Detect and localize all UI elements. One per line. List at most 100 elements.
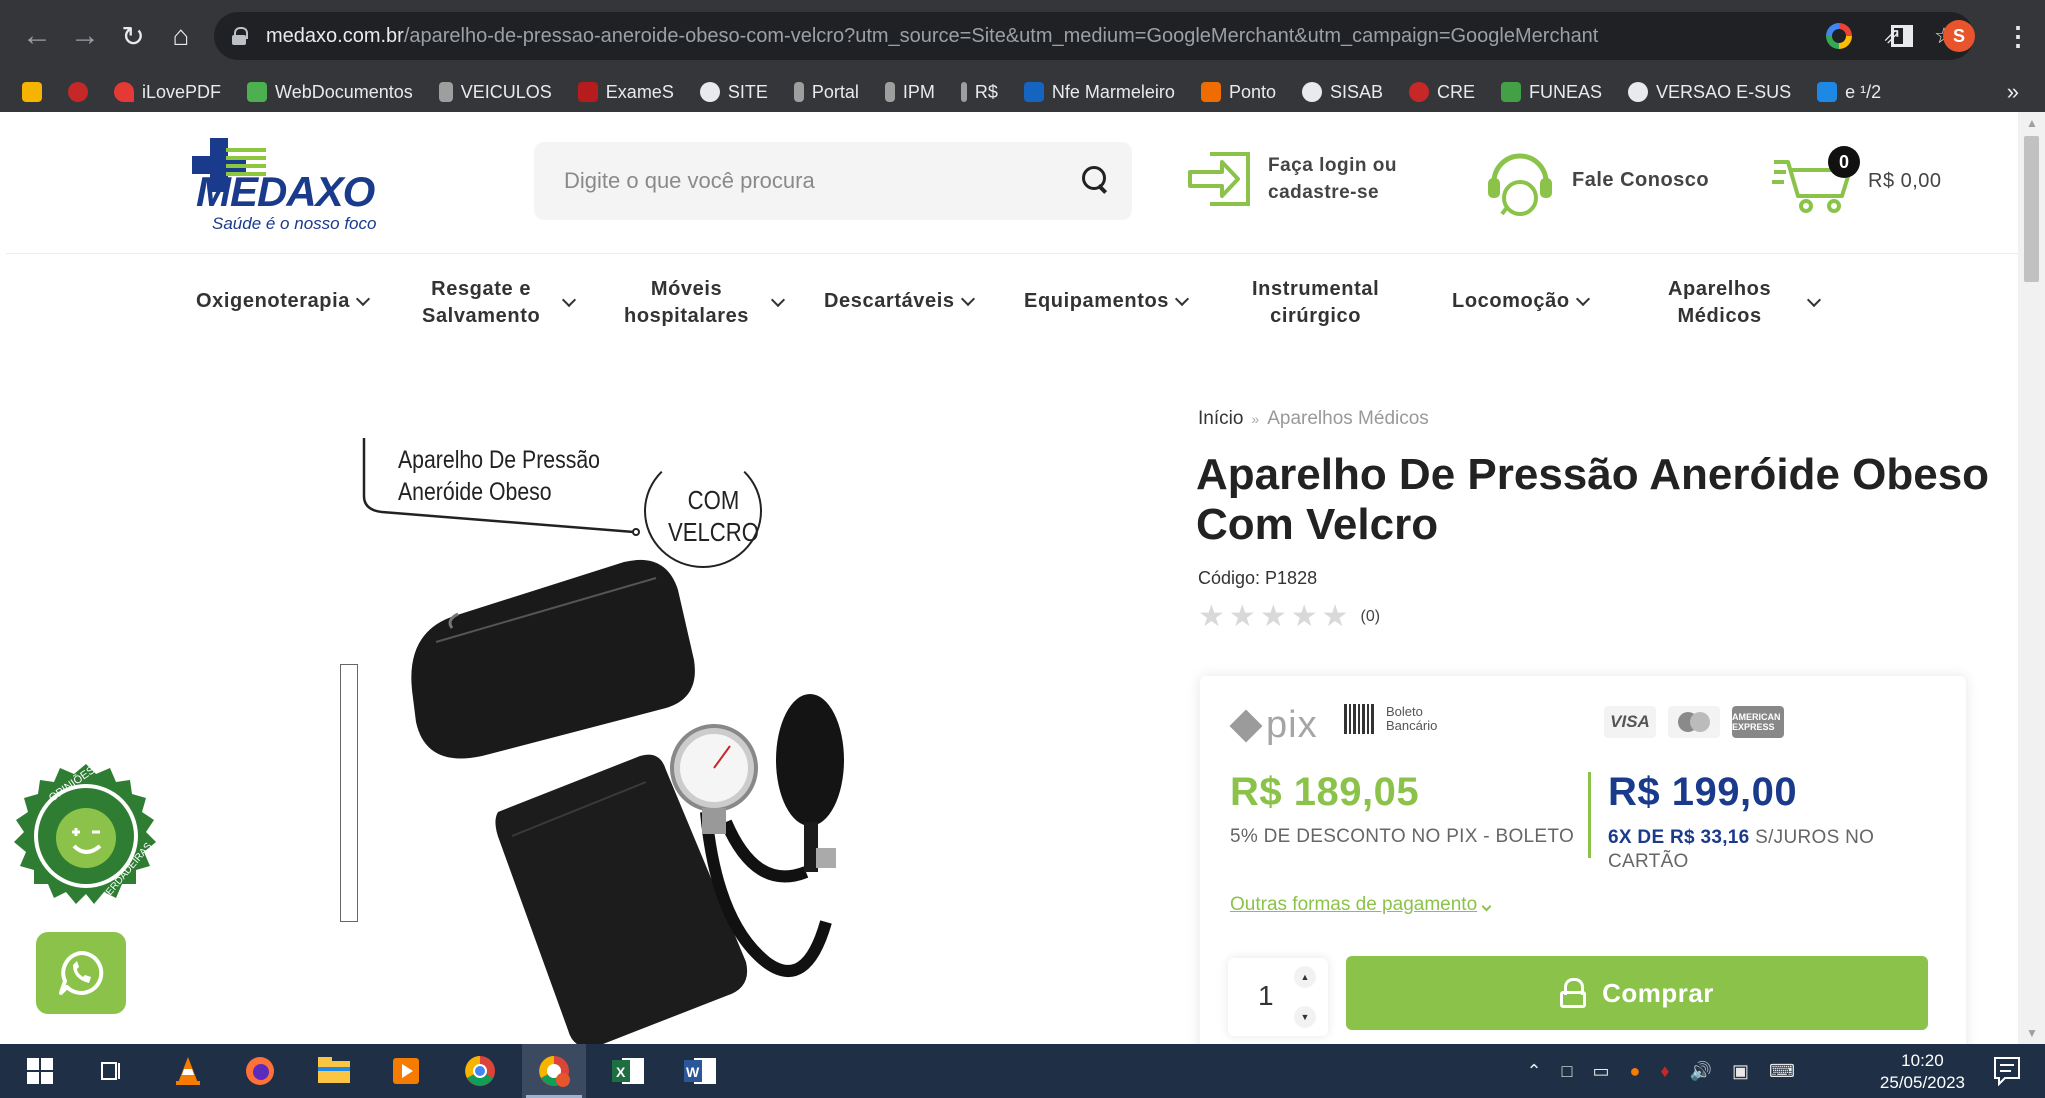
exames-icon [577, 82, 598, 102]
bookmark-versao-esus[interactable]: VERSAO E-SUS [1628, 82, 1791, 103]
boleto-logo: Boleto Bancário [1344, 704, 1437, 734]
keyboard-icon[interactable]: ⌨ [1769, 1061, 1795, 1082]
other-payments-link[interactable]: Outras formas de pagamento [1230, 894, 1492, 916]
chevron-down-icon [1807, 292, 1822, 308]
menu-moveis-hospitalares[interactable]: Móveis hospitalares [624, 276, 786, 330]
start-button[interactable] [8, 1044, 72, 1098]
bookmark-nfe-marmeleiro[interactable]: Nfe Marmeleiro [1023, 82, 1175, 103]
medaxo-logo[interactable]: MEDAXO Saúde é o nosso foco [186, 134, 426, 234]
firefox-icon [246, 1057, 274, 1085]
headset-icon [1488, 153, 1552, 216]
contact-link[interactable]: Fale Conosco [1482, 142, 1709, 218]
taskbar-chrome[interactable] [448, 1044, 512, 1098]
menu-aparelhos-medicos[interactable]: Aparelhos Médicos [1668, 276, 1822, 330]
taskbar-firefox[interactable] [228, 1044, 292, 1098]
bookmark-ipm[interactable]: IPM [884, 82, 935, 103]
forward-icon[interactable]: → [62, 13, 108, 59]
globe-icon [699, 82, 720, 102]
web-page: MEDAXO Saúde é o nosso foco Faça login o… [6, 112, 2018, 1044]
bookmark-webdocumentos[interactable]: WebDocumentos [247, 82, 413, 103]
taskbar-vlc[interactable] [156, 1044, 220, 1098]
back-icon[interactable]: ← [14, 13, 60, 59]
bookmark-veiculos[interactable]: VEICULOS [438, 82, 552, 103]
search-icon[interactable] [1080, 164, 1112, 196]
login-line2: cadastre-se [1268, 182, 1380, 203]
menu-descartaveis[interactable]: Descartáveis [824, 288, 975, 315]
globe-icon [1628, 82, 1649, 102]
breadcrumb-current[interactable]: Aparelhos Médicos [1267, 408, 1429, 429]
bookmark-funeas[interactable]: FUNEAS [1501, 82, 1602, 103]
bookmark-e-half[interactable]: e ¹/2 [1817, 82, 1881, 103]
address-bar[interactable]: medaxo.com.br/aparelho-de-pressao-aneroi… [214, 12, 1974, 60]
avast-icon[interactable]: ● [1630, 1061, 1641, 1082]
search-box [534, 142, 1132, 220]
product-code: Código: P1828 [1198, 568, 1318, 588]
product-image[interactable]: Aparelho De Pressão Aneróide Obeso COM V… [286, 402, 906, 1044]
taskbar-clock[interactable]: 10:20 25/05/2023 [1880, 1050, 1965, 1094]
display-icon[interactable]: ▣ [1732, 1061, 1749, 1082]
bookmark-exames[interactable]: ExameS [577, 82, 674, 103]
menu-locomocao[interactable]: Locomoção [1452, 288, 1590, 315]
battery-icon[interactable]: ▭ [1593, 1061, 1610, 1082]
scroll-down-icon[interactable]: ▼ [2026, 1026, 2038, 1040]
notification-icon[interactable] [1993, 1056, 2021, 1086]
globe-icon [1301, 82, 1322, 102]
bookmark-portal[interactable]: Portal [793, 82, 859, 103]
quantity-decrease-button[interactable]: ▼ [1294, 1006, 1316, 1028]
network-icon[interactable]: □ [1562, 1061, 1573, 1082]
taskbar-excel[interactable]: X [596, 1044, 660, 1098]
heart-icon [114, 82, 134, 102]
page-scrollbar[interactable]: ▲ ▼ [2018, 112, 2045, 1044]
browser-actions: S ⋮ [1891, 12, 2031, 60]
bookmark-rs[interactable]: R$ [960, 82, 998, 103]
reviews-badge[interactable]: OPINIÕES VERDADEIRAS [12, 762, 160, 910]
cart-count-badge: 0 [1828, 146, 1860, 178]
taskbar-file-explorer[interactable] [302, 1044, 366, 1098]
reload-icon[interactable]: ↻ [110, 13, 156, 59]
bookmark-sisab[interactable]: SISAB [1301, 82, 1383, 103]
menu-oxigenoterapia[interactable]: Oxigenoterapia [196, 288, 371, 315]
search-input[interactable] [564, 168, 1044, 194]
chevron-down-icon [960, 291, 975, 306]
security-icon[interactable]: ♦ [1660, 1061, 1669, 1082]
cart-link[interactable]: 0 R$ 0,00 [1770, 146, 1942, 216]
side-panel-icon[interactable] [1891, 25, 1913, 47]
red-circle-icon [68, 82, 88, 102]
bookmark-red-circle[interactable] [68, 82, 88, 102]
whatsapp-button[interactable] [36, 932, 126, 1014]
google-lens-icon[interactable] [1826, 23, 1852, 49]
volume-icon[interactable]: 🔊 [1690, 1061, 1712, 1082]
task-view-button[interactable] [80, 1044, 144, 1098]
boleto-line2: Bancário [1386, 718, 1438, 733]
breadcrumb-home[interactable]: Início [1198, 408, 1243, 429]
bookmark-ilovepdf[interactable]: iLovePDF [114, 82, 221, 103]
scrollbar-thumb[interactable] [2024, 136, 2039, 282]
login-link[interactable]: Faça login ou cadastre-se [1186, 148, 1397, 210]
quantity-value[interactable]: 1 [1258, 980, 1274, 1012]
bookmarks-overflow-button[interactable]: » [2007, 79, 2019, 105]
bookmark-classroom[interactable] [22, 82, 42, 102]
clock-time: 10:20 [1901, 1051, 1944, 1070]
taskbar-chrome-profile[interactable] [522, 1044, 586, 1098]
contact-label: Fale Conosco [1572, 168, 1710, 191]
home-icon[interactable]: ⌂ [158, 13, 204, 59]
rating-stars[interactable]: ★ ★ ★ ★ ★ (0) [1198, 602, 1380, 632]
breadcrumb-separator: » [1251, 411, 1260, 427]
bookmark-site[interactable]: SITE [699, 82, 768, 103]
task-view-icon [101, 1062, 120, 1080]
bookmark-ponto[interactable]: Ponto [1200, 82, 1276, 103]
taskbar-media-player[interactable] [374, 1044, 438, 1098]
buy-button[interactable]: Comprar [1346, 956, 1928, 1030]
quantity-increase-button[interactable]: ▲ [1294, 966, 1316, 988]
menu-instrumental-cirurgico[interactable]: Instrumental cirúrgico [1252, 276, 1379, 330]
bookmark-cre[interactable]: CRE [1409, 82, 1475, 103]
menu-kebab-icon[interactable]: ⋮ [2005, 21, 2031, 52]
menu-equipamentos[interactable]: Equipamentos [1024, 288, 1190, 315]
chevron-down-icon [1481, 901, 1492, 912]
vlc-icon [176, 1057, 200, 1085]
tray-overflow-icon[interactable]: ⌃ [1527, 1061, 1542, 1082]
taskbar-word[interactable]: W [668, 1044, 732, 1098]
profile-avatar[interactable]: S [1943, 20, 1975, 52]
menu-resgate-salvamento[interactable]: Resgate e Salvamento [422, 276, 577, 330]
scroll-up-icon[interactable]: ▲ [2026, 116, 2038, 130]
